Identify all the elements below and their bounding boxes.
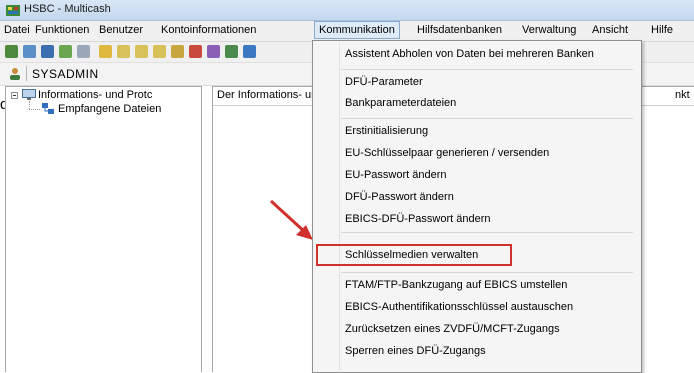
- menu-item-erstinitialisierung[interactable]: Erstinitialisierung: [345, 125, 428, 137]
- menu-item-ebics-dfue-passwort[interactable]: EBICS-DFÜ-Passwort ändern: [345, 213, 491, 225]
- highlight-box: [316, 244, 512, 266]
- menu-item-eu-passwort[interactable]: EU-Passwort ändern: [345, 169, 447, 181]
- menu-item-ebics-authentifikation[interactable]: EBICS-Authentifikationsschlüssel austaus…: [345, 301, 573, 313]
- menu-separator: [341, 69, 633, 70]
- menu-item-assistent[interactable]: Assistent Abholen von Daten bei mehreren…: [345, 48, 594, 60]
- kommunikation-dropdown: Assistent Abholen von Daten bei mehreren…: [312, 40, 642, 373]
- menu-item-dfue-passwort[interactable]: DFÜ-Passwort ändern: [345, 191, 454, 203]
- menu-gutter: [339, 43, 340, 370]
- menu-separator: [341, 272, 633, 273]
- menu-item-dfue-parameter[interactable]: DFÜ-Parameter: [345, 76, 423, 88]
- menu-item-bankparameterdateien[interactable]: Bankparameterdateien: [345, 97, 456, 109]
- menu-separator: [341, 118, 633, 119]
- menu-separator: [341, 232, 633, 233]
- menu-item-sperren[interactable]: Sperren eines DFÜ-Zugangs: [345, 345, 486, 357]
- menu-item-ftam-ftp[interactable]: FTAM/FTP-Bankzugang auf EBICS umstellen: [345, 279, 567, 291]
- menu-item-eu-schluesselpaar[interactable]: EU-Schlüsselpaar generieren / versenden: [345, 147, 549, 159]
- menu-item-zuruecksetzen[interactable]: Zurücksetzen eines ZVDFÜ/MCFT-Zugangs: [345, 323, 560, 335]
